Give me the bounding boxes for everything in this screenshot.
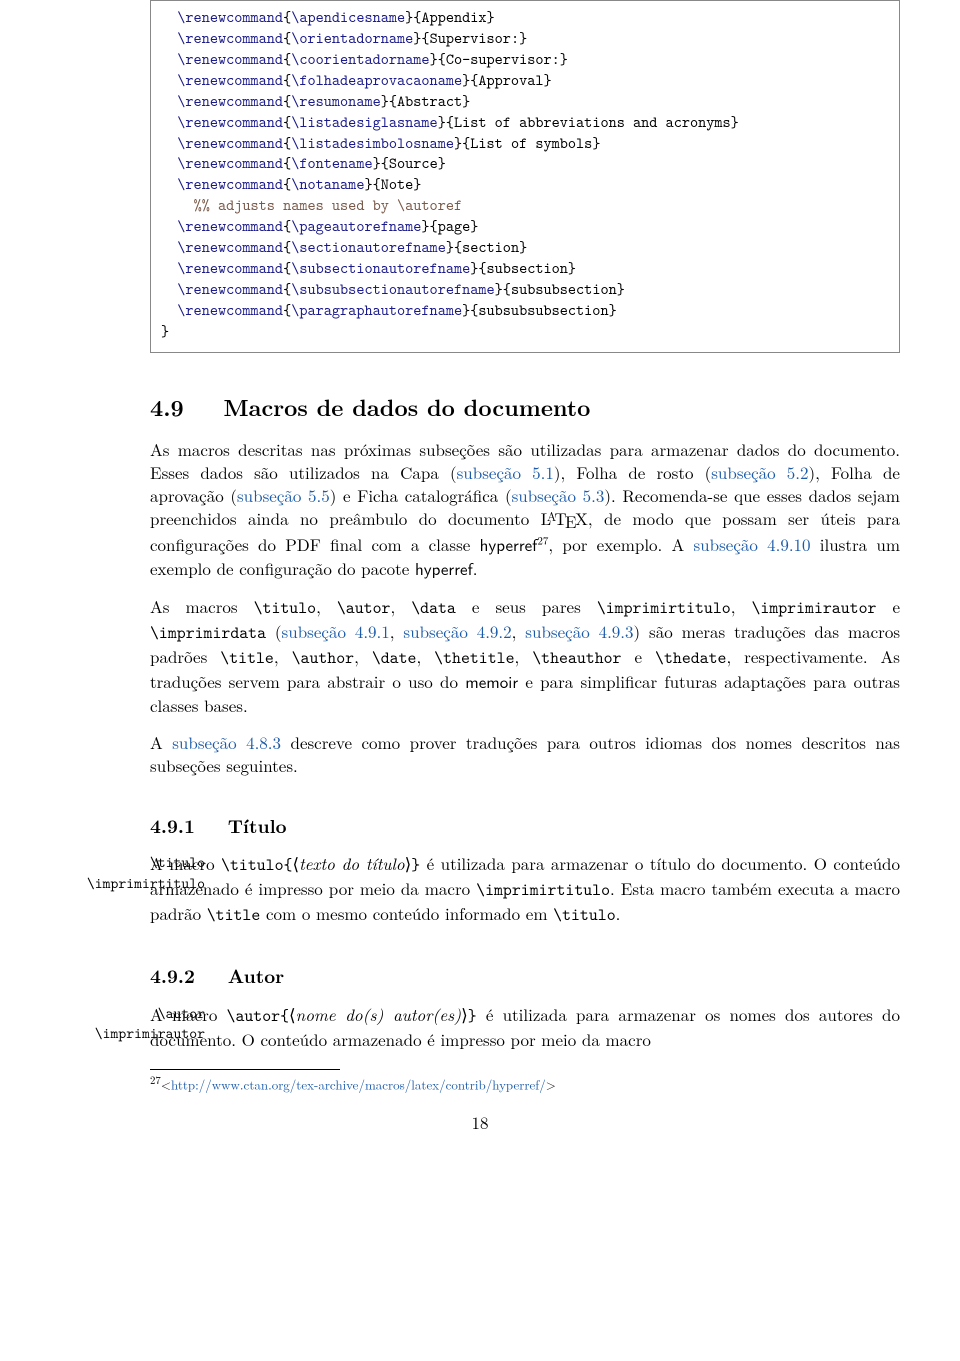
- link-subsecao-4-9-1[interactable]: subseção 4.9.1: [282, 619, 390, 643]
- link-subsecao-4-8-3[interactable]: subseção 4.8.3: [172, 730, 281, 754]
- link-subsecao-5-1[interactable]: subseção 5.1: [457, 460, 554, 484]
- footnote-separator: [150, 1069, 340, 1070]
- subsection-heading-4-9-1: 4.9.1 Título: [150, 813, 900, 839]
- link-subsecao-4-9-10[interactable]: subseção 4.9.10: [693, 532, 810, 556]
- link-subsecao-4-9-3[interactable]: subseção 4.9.3: [525, 619, 633, 643]
- margin-macro-autor: \autor \imprimirautor: [50, 1003, 205, 1044]
- section-heading-4-9: 4.9 Macros de dados do documento: [150, 391, 900, 422]
- footnote-27-url[interactable]: http://www.ctan.org/tex-archive/macros/l…: [171, 1074, 546, 1093]
- paragraph-4-9-1: A macro \titulo{⟨texto do título⟩} é uti…: [150, 852, 900, 927]
- paragraph-3: A subseção 4.8.3 descreve como prover tr…: [150, 731, 900, 777]
- footnote-27: 27<http://www.ctan.org/tex-archive/macro…: [150, 1074, 900, 1093]
- section-number: 4.9: [150, 390, 184, 423]
- paragraph-1: As macros descritas nas próximas subseçõ…: [150, 438, 900, 581]
- link-subsecao-4-9-2[interactable]: subseção 4.9.2: [403, 619, 511, 643]
- paragraph-2: As macros \titulo, \autor, \data e seus …: [150, 595, 900, 717]
- subsection-title: Título: [228, 811, 287, 839]
- link-subsecao-5-2[interactable]: subseção 5.2: [711, 460, 808, 484]
- section-title: Macros de dados do documento: [223, 390, 590, 423]
- pkg-memoir: memoir: [465, 669, 518, 694]
- subsection-number: 4.9.2: [150, 961, 195, 989]
- subsection-title: Autor: [228, 961, 284, 989]
- code-listing: \renewcommand{\apendicesname}{Appendix} …: [150, 0, 900, 353]
- pkg-hyperref-2: hyperref: [415, 556, 473, 581]
- paragraph-4-9-2: A macro \autor{⟨nome do(s) autor(es)⟩} é…: [150, 1003, 900, 1051]
- page-number: 18: [60, 1111, 900, 1134]
- margin-macro-titulo: \titulo \imprimirtitulo: [50, 852, 205, 893]
- footnote-ref-27[interactable]: 27: [537, 534, 548, 549]
- subsection-heading-4-9-2: 4.9.2 Autor: [150, 963, 900, 989]
- link-subsecao-5-3[interactable]: subseção 5.3: [512, 483, 605, 507]
- link-subsecao-5-5[interactable]: subseção 5.5: [237, 483, 330, 507]
- pkg-hyperref: hyperref: [480, 532, 538, 557]
- subsection-number: 4.9.1: [150, 811, 195, 839]
